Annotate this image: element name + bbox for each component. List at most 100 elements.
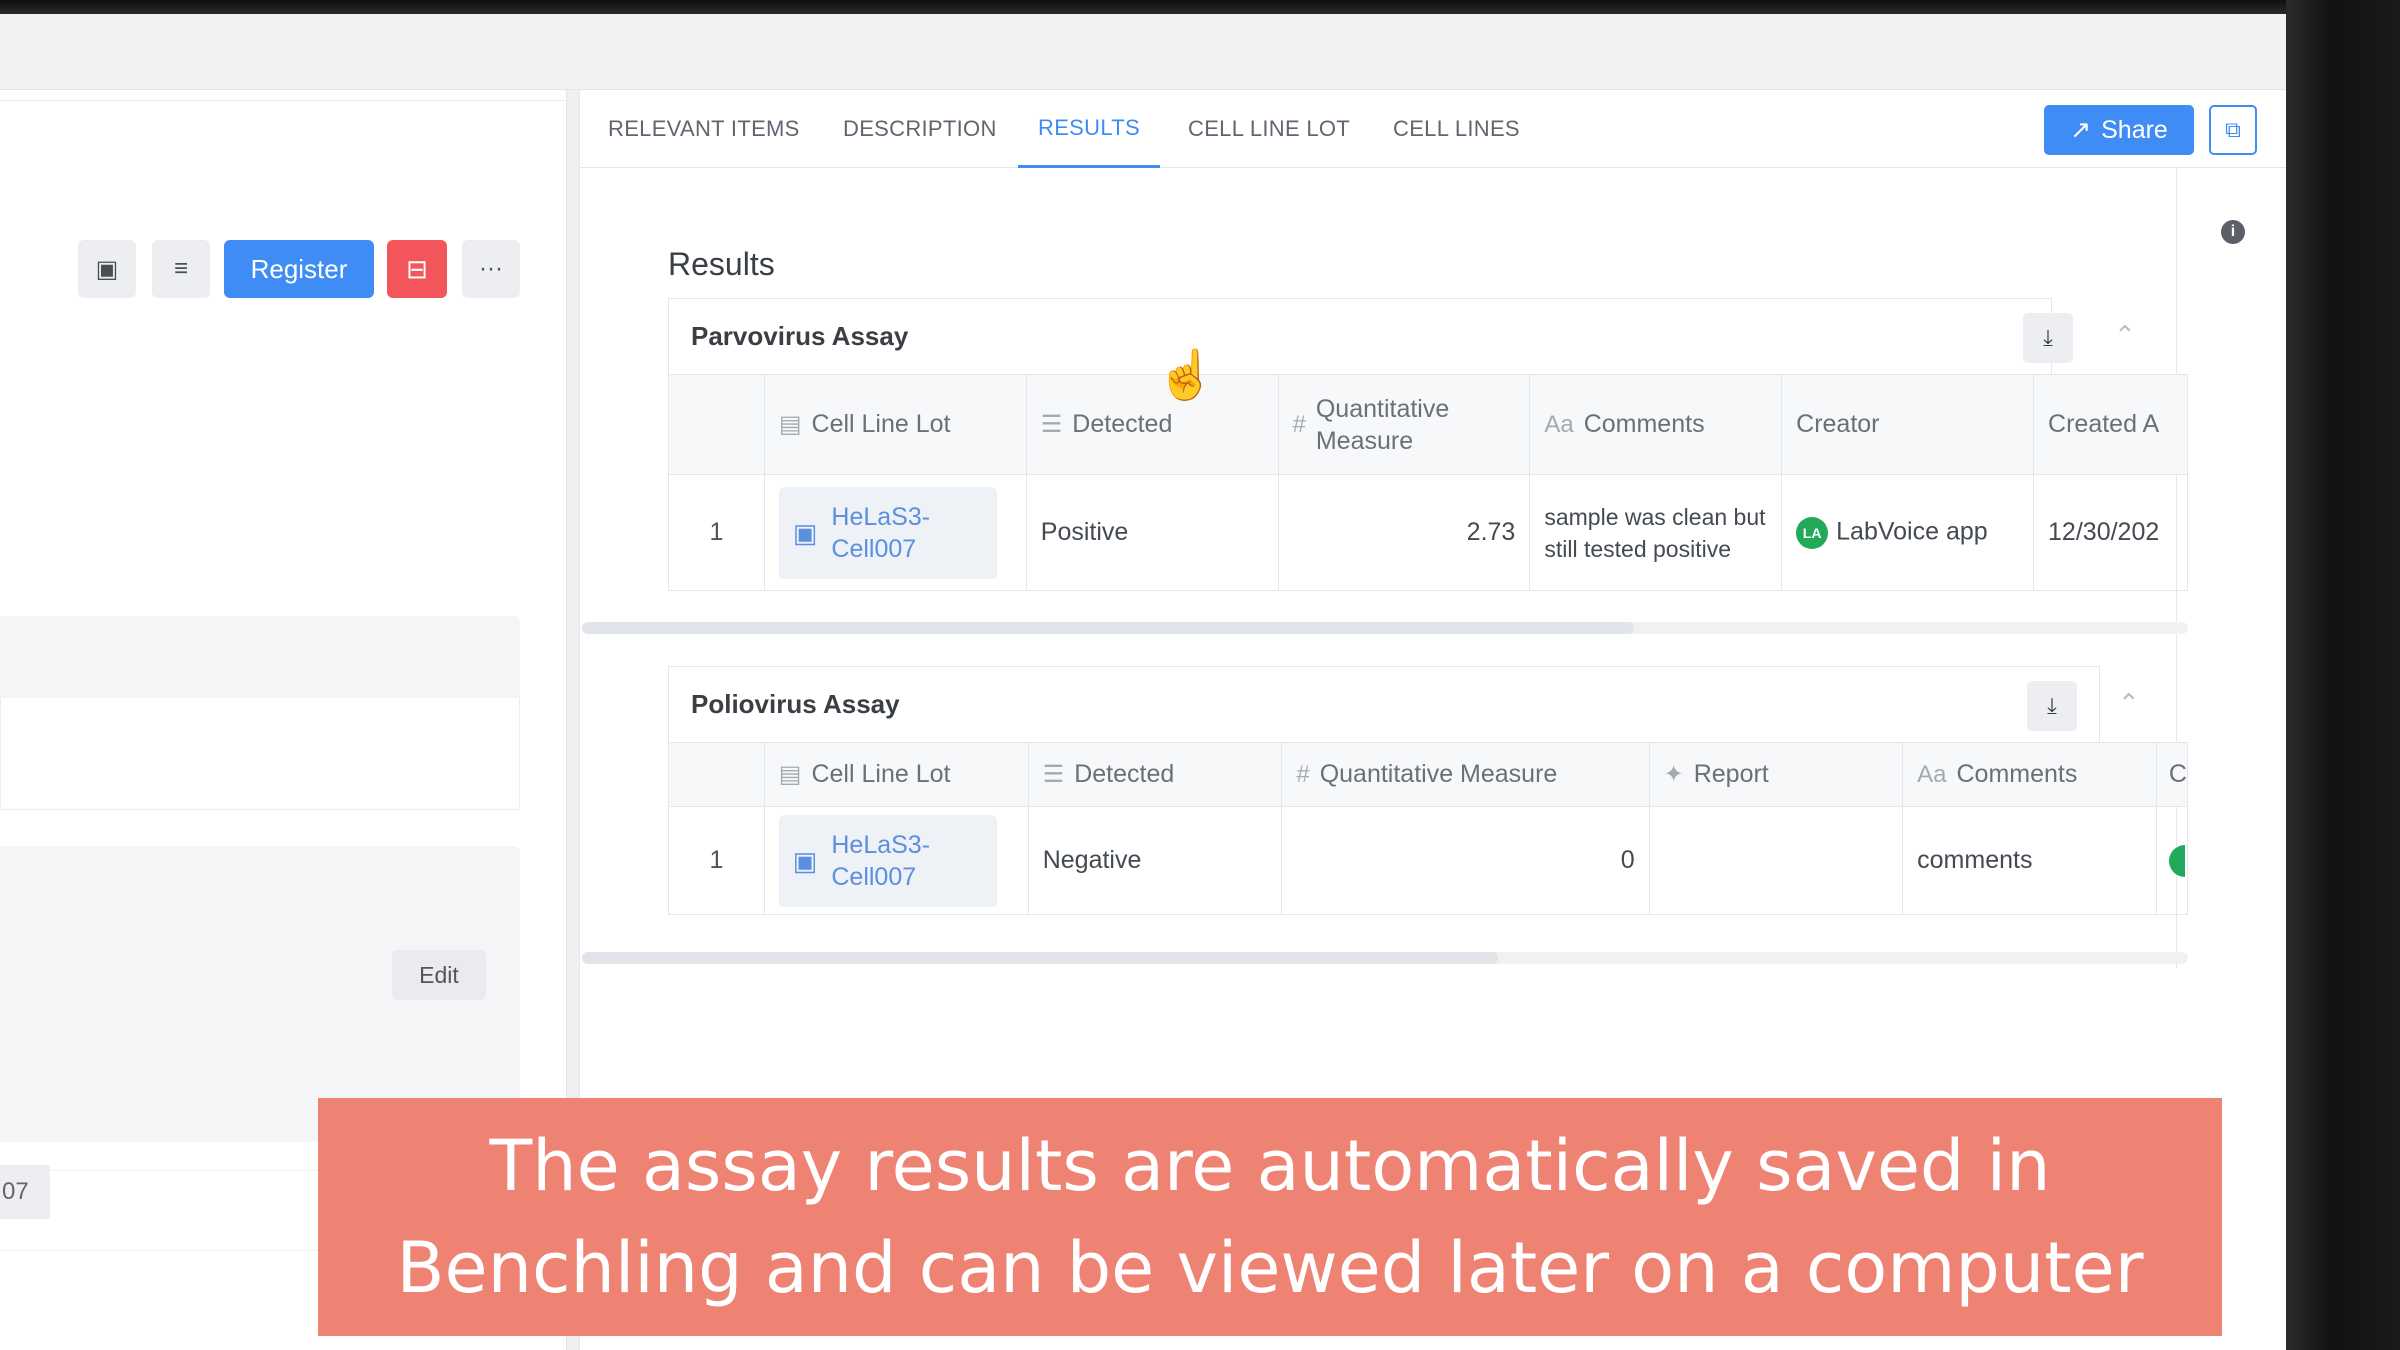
column-header[interactable]: Creator [1781,374,2035,475]
copy-link-button[interactable]: ⧉ [2209,105,2257,155]
collapse-chevron-icon[interactable]: ⌃ [2118,688,2140,719]
sliders-icon: ≡ [173,255,188,282]
entity-icon: ▣ [792,517,818,548]
tab-description[interactable]: DESCRIPTION [843,90,997,168]
download-icon: ⤓ [2047,693,2057,718]
panel-divider [0,100,566,101]
archive-icon: ▣ [95,255,119,283]
column-label: Cell Line Lot [811,410,951,438]
entity-id-chip[interactable]: 07 [0,1165,50,1219]
column-header[interactable]: Created A [2033,374,2188,475]
column-label: Detected [1074,760,1175,788]
top-bar [0,14,2286,90]
column-header[interactable]: # Quantitative Measure [1277,374,1531,475]
column-label: Detected [1072,410,1173,438]
edit-button[interactable]: Edit [392,950,486,1000]
comments-cell[interactable]: sample was clean but still tested positi… [1529,474,1783,591]
assay-title: Poliovirus Assay [691,689,900,719]
assay-header: Parvovirus Assay ⤓ [668,298,2073,374]
table-header-row: ▤ Cell Line Lot ☰ Detected # Quantitative M… [668,374,2188,475]
trash-icon: ⊟ [406,253,428,284]
caption-line: The assay results are automatically save… [489,1125,2051,1207]
download-button[interactable]: ⤓ [2023,313,2073,363]
tab-relevant-items[interactable]: RELEVANT ITEMS [608,90,800,168]
lot-label: HeLaS3-Cell007 [831,502,931,563]
list-icon: ☰ [1040,411,1063,438]
copy-icon: ⧉ [2225,117,2241,142]
delete-button[interactable]: ⊟ [387,240,447,298]
lot-label: HeLaS3-Cell007 [831,830,931,891]
archive-icon-button[interactable]: ▣ [78,240,136,298]
report-cell[interactable] [1648,806,1904,915]
column-header[interactable]: ☰ Detected [1025,374,1279,475]
horizontal-scrollbar[interactable] [582,952,1498,964]
quantitative-measure-cell[interactable]: 0 [1281,806,1650,915]
page-title: Results [668,246,775,282]
results-table: ▤ Cell Line Lot ☰ Detected # Quantitative M… [668,742,2189,915]
tab-cell-lines[interactable]: CELL LINES [1393,90,1520,168]
column-label: Created A [2048,410,2160,438]
tab-cell-line-lot[interactable]: CELL LINE LOT [1188,90,1350,168]
tab-results[interactable]: RESULTS [1018,90,1160,168]
column-label: Cell Line Lot [811,760,951,788]
caption-line: Benchling and can be viewed later on a c… [396,1227,2144,1309]
avatar: LA [1796,516,1829,549]
created-at-cell: 12/30/202 [2033,474,2188,591]
column-header[interactable]: ✦ Report [1648,742,1904,807]
register-button[interactable]: Register [224,240,374,298]
column-label: Quantitative Measure [1315,394,1450,455]
poliovirus-assay-panel: Poliovirus Assay ⤓ ⌃ ▤ Cell Line Lot ☰ Det… [582,666,2189,976]
creator-cell: LA LabVoice app [1781,474,2035,591]
row-number: 1 [668,474,765,591]
column-header[interactable]: Aa Comments [1529,374,1783,475]
cell-line-lot-cell: ▣ HeLaS3-Cell007 [763,474,1027,591]
entity-icon: ▣ [792,845,818,876]
video-caption: The assay results are automatically save… [318,1098,2222,1336]
column-label: Comments [1583,410,1705,438]
panel-section-body [0,698,520,810]
column-header[interactable]: C [2155,742,2189,807]
row-number: 1 [668,806,765,915]
download-button[interactable]: ⤓ [2027,681,2077,731]
detected-cell[interactable]: Negative [1027,806,1283,915]
avatar [2168,844,2185,877]
collapse-chevron-icon[interactable]: ⌃ [2114,320,2136,351]
info-icon[interactable]: i [2221,220,2245,244]
column-header[interactable]: ☰ Detected [1027,742,1283,807]
text-icon: Aa [1544,411,1574,438]
column-header[interactable]: ▤ Cell Line Lot [763,374,1027,475]
column-header[interactable]: ▤ Cell Line Lot [763,742,1029,807]
column-header[interactable]: Aa Comments [1902,742,2157,807]
horizontal-scrollbar[interactable] [582,622,1634,634]
column-label: Comments [1956,760,2078,788]
detected-cell[interactable]: Positive [1025,474,1279,591]
quantitative-measure-cell[interactable]: 2.73 [1277,474,1531,591]
column-header[interactable]: # Quantitative Measure [1281,742,1650,807]
table-row: 1 ▣ HeLaS3-Cell007 Positive 2.73 sample … [668,474,2188,591]
cell-line-lot-link[interactable]: ▣ HeLaS3-Cell007 [778,486,997,579]
creator-cell [2155,806,2189,915]
monitor-bezel-right [2286,0,2400,1350]
comments-cell[interactable]: comments [1902,806,2157,915]
share-icon: ↗ [2070,116,2092,144]
column-label: Creator [1796,410,1880,438]
more-options-button[interactable]: ··· [462,240,520,298]
text-icon: Aa [1917,761,1947,788]
cell-line-lot-cell: ▣ HeLaS3-Cell007 [763,806,1029,915]
cell-line-lot-link[interactable]: ▣ HeLaS3-Cell007 [778,814,997,907]
results-table: ▤ Cell Line Lot ☰ Detected # Quantitative M… [668,374,2188,591]
column-label: Report [1693,760,1769,788]
column-label: Quantitative Measure [1319,760,1558,788]
column-label: C [2168,760,2187,788]
share-label: Share [2101,115,2168,144]
share-button[interactable]: ↗ Share [2044,105,2194,155]
panel-section-header [0,616,520,698]
settings-icon-button[interactable]: ≡ [152,240,210,298]
assay-title: Parvovirus Assay [691,321,909,351]
number-icon: # [1296,761,1310,788]
number-icon: # [1292,410,1306,438]
list-icon: ☰ [1042,761,1065,788]
hand-pointer-cursor-icon: ☝ [1156,349,1216,402]
monitor-bezel-top [0,0,2400,14]
table-row: 1 ▣ HeLaS3-Cell007 Negative 0 comments [668,806,2189,915]
